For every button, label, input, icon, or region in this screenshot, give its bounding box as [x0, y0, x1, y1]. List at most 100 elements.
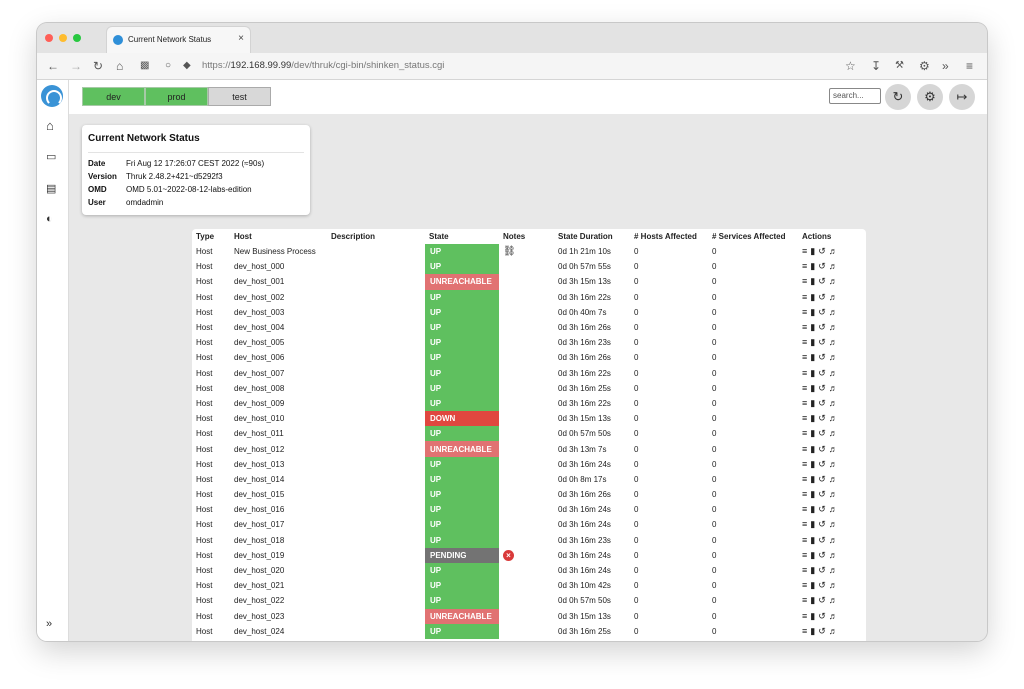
table-row[interactable]: Host dev_host_022 UP 0d 0h 57m 50s 0 0 ≡▮↺♬: [192, 593, 866, 609]
col-notes[interactable]: Notes: [499, 229, 554, 244]
speaker-icon[interactable]: ♬: [829, 276, 841, 286]
speaker-icon[interactable]: ♬: [829, 535, 841, 545]
table-row[interactable]: Host dev_host_004 UP 0d 3h 16m 26s 0 0 ≡▮↺♬: [192, 319, 866, 336]
history-icon[interactable]: ↺: [818, 383, 829, 393]
speaker-icon[interactable]: ♬: [829, 261, 841, 271]
back-icon[interactable]: ←: [47, 59, 59, 73]
table-row[interactable]: Host dev_host_002 UP 0d 3h 16m 22s 0 0 ≡▮↺♬: [192, 289, 866, 305]
cell-host[interactable]: dev_host_000: [230, 259, 327, 274]
table-row[interactable]: Host dev_host_021 UP 0d 3h 10m 42s 0 0 ≡▮↺♬: [192, 578, 866, 594]
table-row[interactable]: Host dev_host_011 UP 0d 0h 57m 50s 0 0 ≡▮↺♬: [192, 426, 866, 442]
history-icon[interactable]: ↺: [818, 535, 829, 545]
table-row[interactable]: Host dev_host_000 UP 0d 0h 57m 55s 0 0 ≡▮↺♬: [192, 259, 866, 275]
history-icon[interactable]: ↺: [818, 276, 829, 286]
cell-host[interactable]: dev_host_014: [230, 472, 327, 487]
table-row[interactable]: Host dev_host_010 DOWN 0d 3h 15m 13s 0 0 ≡▮↺♬: [192, 411, 866, 427]
history-icon[interactable]: ↺: [818, 489, 829, 499]
history-icon[interactable]: ↺: [818, 550, 829, 560]
cell-host[interactable]: dev_host_006: [230, 350, 327, 365]
cell-host[interactable]: dev_host_005: [230, 335, 327, 350]
col-services-affected[interactable]: # Services Affected: [708, 229, 798, 244]
browser-tab[interactable]: Current Network Status ×: [106, 26, 251, 53]
extension-icon[interactable]: ▩: [140, 59, 149, 73]
history-icon[interactable]: ↺: [818, 292, 829, 302]
table-row[interactable]: Host dev_host_016 UP 0d 3h 16m 24s 0 0 ≡▮↺♬: [192, 502, 866, 518]
home-icon[interactable]: ⌂: [46, 118, 54, 133]
table-row[interactable]: Host dev_host_015 UP 0d 3h 16m 26s 0 0 ≡▮↺♬: [192, 487, 866, 503]
cell-host[interactable]: dev_host_022: [230, 593, 327, 608]
cell-host[interactable]: dev_host_019: [230, 548, 327, 563]
minimize-window-button[interactable]: [59, 34, 67, 42]
cell-host[interactable]: dev_host_009: [230, 396, 327, 411]
table-row[interactable]: Host dev_host_001 UNREACHABLE 0d 3h 15m 13s…: [192, 274, 866, 290]
shield-icon[interactable]: ○: [165, 59, 171, 73]
reload-icon[interactable]: ↻: [93, 59, 103, 73]
cell-host[interactable]: dev_host_002: [230, 290, 327, 305]
speaker-icon[interactable]: ♬: [829, 428, 841, 438]
gauge-icon[interactable]: ◐: [46, 213, 53, 225]
speaker-icon[interactable]: ♬: [829, 368, 841, 378]
history-icon[interactable]: ↺: [818, 352, 829, 362]
env-tab-test[interactable]: test: [208, 87, 271, 106]
history-icon[interactable]: ↺: [818, 428, 829, 438]
history-icon[interactable]: ↺: [818, 474, 829, 484]
lock-icon[interactable]: ◆: [183, 59, 191, 73]
cell-host[interactable]: dev_host_016: [230, 502, 327, 517]
table-row[interactable]: Host dev_host_017 UP 0d 3h 16m 24s 0 0 ≡▮↺♬: [192, 517, 866, 533]
cell-host[interactable]: dev_host_008: [230, 381, 327, 396]
cell-host[interactable]: dev_host_001: [230, 274, 327, 289]
history-icon[interactable]: ↺: [818, 580, 829, 590]
history-icon[interactable]: ↺: [818, 444, 829, 454]
speaker-icon[interactable]: ♬: [829, 307, 841, 317]
bookmark-star-icon[interactable]: ☆: [845, 59, 856, 73]
error-icon[interactable]: ×: [503, 549, 514, 561]
cell-host[interactable]: dev_host_010: [230, 411, 327, 426]
table-row[interactable]: Host dev_host_018 UP 0d 3h 16m 23s 0 0 ≡▮↺♬: [192, 532, 866, 548]
settings-icon[interactable]: ⚙: [919, 59, 930, 73]
menu-icon[interactable]: ≡: [966, 59, 973, 73]
table-row[interactable]: Host dev_host_005 UP 0d 3h 16m 23s 0 0 ≡▮↺♬: [192, 335, 866, 351]
table-row[interactable]: Host dev_host_020 UP 0d 3h 16m 24s 0 0 ≡▮↺♬: [192, 562, 866, 579]
cell-host[interactable]: dev_host_013: [230, 457, 327, 472]
cell-host[interactable]: New Business Process: [230, 244, 327, 259]
col-host[interactable]: Host: [230, 229, 327, 244]
history-icon[interactable]: ↺: [818, 519, 829, 529]
speaker-icon[interactable]: ♬: [829, 459, 841, 469]
table-row[interactable]: Host dev_host_003 UP 0d 0h 40m 7s 0 0 ≡▮↺♬: [192, 304, 866, 320]
forward-icon[interactable]: →: [70, 59, 82, 73]
cell-host[interactable]: dev_host_015: [230, 487, 327, 502]
history-icon[interactable]: ↺: [818, 307, 829, 317]
speaker-icon[interactable]: ♬: [829, 504, 841, 514]
logout-icon[interactable]: ↦: [949, 84, 975, 110]
speaker-icon[interactable]: ♬: [829, 580, 841, 590]
col-type[interactable]: Type: [192, 229, 230, 244]
speaker-icon[interactable]: ♬: [829, 352, 841, 362]
env-tab-prod[interactable]: prod: [145, 87, 208, 106]
history-icon[interactable]: ↺: [818, 626, 829, 636]
speaker-icon[interactable]: ♬: [829, 444, 841, 454]
download-icon[interactable]: ↧: [871, 59, 881, 73]
speaker-icon[interactable]: ♬: [829, 595, 841, 605]
search-input[interactable]: search...: [829, 88, 881, 104]
tab-close-icon[interactable]: ×: [238, 33, 244, 44]
table-row[interactable]: Host dev_host_008 UP 0d 3h 16m 25s 0 0 ≡▮↺♬: [192, 380, 866, 396]
gear-icon[interactable]: ⚙: [917, 84, 943, 110]
wrench-icon[interactable]: ⚒: [895, 59, 904, 73]
history-icon[interactable]: ↺: [818, 368, 829, 378]
monitor-icon[interactable]: ▭: [46, 150, 56, 163]
cell-host[interactable]: dev_host_018: [230, 533, 327, 548]
close-window-button[interactable]: [45, 34, 53, 42]
cell-host[interactable]: dev_host_017: [230, 517, 327, 532]
speaker-icon[interactable]: ♬: [829, 413, 841, 423]
history-icon[interactable]: ↺: [818, 459, 829, 469]
cell-host[interactable]: dev_host_004: [230, 320, 327, 335]
speaker-icon[interactable]: ♬: [829, 383, 841, 393]
speaker-icon[interactable]: ♬: [829, 292, 841, 302]
history-icon[interactable]: ↺: [818, 611, 829, 621]
col-description[interactable]: Description: [327, 229, 425, 244]
speaker-icon[interactable]: ♬: [829, 398, 841, 408]
speaker-icon[interactable]: ♬: [829, 322, 841, 332]
cell-host[interactable]: dev_host_012: [230, 441, 327, 456]
cell-host[interactable]: dev_host_011: [230, 426, 327, 441]
table-row[interactable]: Host dev_host_009 UP 0d 3h 16m 22s 0 0 ≡▮↺♬: [192, 395, 866, 412]
